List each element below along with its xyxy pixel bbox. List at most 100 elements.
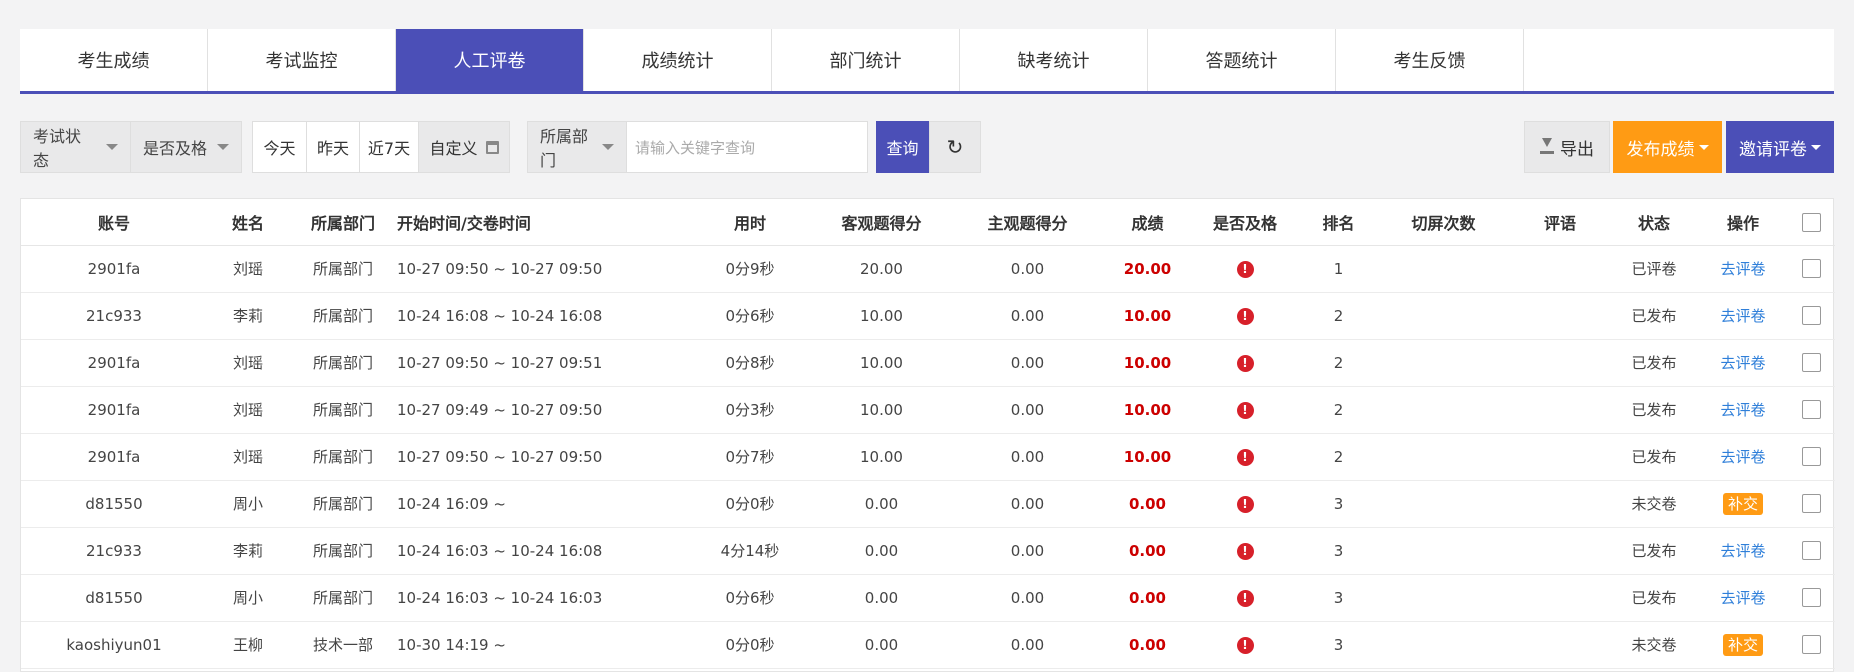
cell-dept: 所属部门 <box>289 433 397 481</box>
table-header: 账号 姓名 所属部门 开始时间/交卷时间 用时 客观题得分 主观题得分 成绩 是… <box>21 199 1835 246</box>
resubmit-button[interactable]: 补交 <box>1722 492 1763 515</box>
cell-select <box>1788 292 1835 340</box>
cell-status: 已发布 <box>1610 386 1698 434</box>
cell-objective: 10.00 <box>813 339 950 387</box>
cell-name: 周小 <box>207 480 289 528</box>
cell-name: 刘瑶 <box>207 386 289 434</box>
caret-down-icon <box>1698 144 1709 150</box>
invite-grading-button[interactable]: 邀请评卷 <box>1726 121 1834 173</box>
cell-duration: 0分8秒 <box>687 339 813 387</box>
row-checkbox[interactable] <box>1802 494 1821 513</box>
publish-label: 发布成绩 <box>1626 139 1695 160</box>
tab-answer-stats[interactable]: 答题统计 <box>1148 29 1336 91</box>
row-checkbox[interactable] <box>1802 259 1821 278</box>
header-account: 账号 <box>21 199 207 246</box>
cell-dept: 所属部门 <box>289 480 397 528</box>
cell-select <box>1788 480 1835 528</box>
tab-score-stats[interactable]: 成绩统计 <box>584 29 772 91</box>
grade-link[interactable]: 去评卷 <box>1720 448 1765 466</box>
cell-account: 2901fa <box>21 433 207 481</box>
cell-account: 2901fa <box>21 339 207 387</box>
department-dropdown[interactable]: 所属部门 <box>527 121 627 173</box>
select-all-cell <box>1788 199 1835 246</box>
resubmit-button[interactable]: 补交 <box>1722 633 1763 656</box>
cell-select <box>1788 527 1835 575</box>
grade-link[interactable]: 去评卷 <box>1720 589 1765 607</box>
row-checkbox[interactable] <box>1802 588 1821 607</box>
grade-link[interactable]: 去评卷 <box>1720 401 1765 419</box>
header-passed: 是否及格 <box>1190 199 1300 246</box>
cell-account: 21c933 <box>21 527 207 575</box>
tab-manual-grading[interactable]: 人工评卷 <box>396 29 584 91</box>
pass-status-dropdown[interactable]: 是否及格 <box>130 121 242 173</box>
grade-link[interactable]: 去评卷 <box>1720 354 1765 372</box>
cell-score: 0.00 <box>1105 527 1190 575</box>
cell-subjective: 0.00 <box>950 386 1105 434</box>
cell-subjective: 0.00 <box>950 527 1105 575</box>
cell-score: 10.00 <box>1105 339 1190 387</box>
cell-op: 去评卷 <box>1698 339 1788 387</box>
today-button[interactable]: 今天 <box>252 121 307 173</box>
cell-switch-count <box>1377 292 1510 340</box>
tab-exam-monitor[interactable]: 考试监控 <box>208 29 396 91</box>
row-checkbox[interactable] <box>1802 306 1821 325</box>
fail-icon: ! <box>1236 402 1254 419</box>
row-checkbox[interactable] <box>1802 447 1821 466</box>
export-button[interactable]: 导出 <box>1524 121 1610 173</box>
search-button[interactable]: 查询 <box>876 121 929 173</box>
caret-down-icon <box>1811 144 1821 150</box>
cell-op: 去评卷 <box>1698 245 1788 293</box>
refresh-icon[interactable]: ↻ <box>929 121 981 173</box>
cell-subjective: 0.00 <box>950 574 1105 622</box>
cell-objective: 10.00 <box>813 292 950 340</box>
publish-scores-button[interactable]: 发布成绩 <box>1613 121 1722 173</box>
chevron-down-icon <box>217 144 229 150</box>
cell-duration: 0分9秒 <box>687 245 813 293</box>
department-label: 所属部门 <box>540 127 589 170</box>
cell-time: 10-24 16:09 ~ <box>397 480 687 528</box>
cell-select <box>1788 433 1835 481</box>
exam-status-dropdown[interactable]: 考试状态 <box>20 121 131 173</box>
search-input[interactable]: 请输入关键字查询 <box>626 121 868 173</box>
grade-link[interactable]: 去评卷 <box>1720 260 1765 278</box>
cell-duration: 0分0秒 <box>687 621 813 669</box>
cell-time: 10-24 16:08 ~ 10-24 16:08 <box>397 292 687 340</box>
cell-status: 已发布 <box>1610 433 1698 481</box>
tab-student-scores[interactable]: 考生成绩 <box>20 29 208 91</box>
cell-status: 已发布 <box>1610 527 1698 575</box>
cell-name: 周小 <box>207 574 289 622</box>
fail-icon: ! <box>1236 308 1254 325</box>
cell-name: 刘瑶 <box>207 433 289 481</box>
row-checkbox[interactable] <box>1802 353 1821 372</box>
cell-passed: ! <box>1190 574 1300 622</box>
cell-name: 李莉 <box>207 292 289 340</box>
cell-status: 未交卷 <box>1610 480 1698 528</box>
custom-date-button[interactable]: 自定义 <box>418 121 510 173</box>
select-all-checkbox[interactable] <box>1802 212 1821 232</box>
exam-status-label: 考试状态 <box>33 127 82 170</box>
row-checkbox[interactable] <box>1802 541 1821 560</box>
grade-link[interactable]: 去评卷 <box>1720 307 1765 325</box>
cell-passed: ! <box>1190 480 1300 528</box>
table-row: d81550 周小 所属部门 10-24 16:09 ~ 0分0秒 0.00 0… <box>21 480 1835 528</box>
grade-link[interactable]: 去评卷 <box>1720 542 1765 560</box>
row-checkbox[interactable] <box>1802 400 1821 419</box>
yesterday-button[interactable]: 昨天 <box>306 121 360 173</box>
cell-switch-count <box>1377 527 1510 575</box>
cell-duration: 0分7秒 <box>687 433 813 481</box>
cell-objective: 0.00 <box>813 574 950 622</box>
last-7-days-button[interactable]: 近7天 <box>359 121 419 173</box>
fail-icon: ! <box>1236 496 1254 513</box>
custom-date-label: 自定义 <box>429 139 478 158</box>
cell-time: 10-30 14:19 ~ <box>397 621 687 669</box>
cell-passed: ! <box>1190 527 1300 575</box>
cell-select <box>1788 621 1835 669</box>
cell-comment <box>1510 292 1610 340</box>
cell-rank: 2 <box>1300 339 1377 387</box>
row-checkbox[interactable] <box>1802 635 1821 654</box>
cell-score: 20.00 <box>1105 245 1190 293</box>
tab-absence-stats[interactable]: 缺考统计 <box>960 29 1148 91</box>
tab-feedback[interactable]: 考生反馈 <box>1336 29 1524 91</box>
tab-dept-stats[interactable]: 部门统计 <box>772 29 960 91</box>
cell-score: 10.00 <box>1105 433 1190 481</box>
